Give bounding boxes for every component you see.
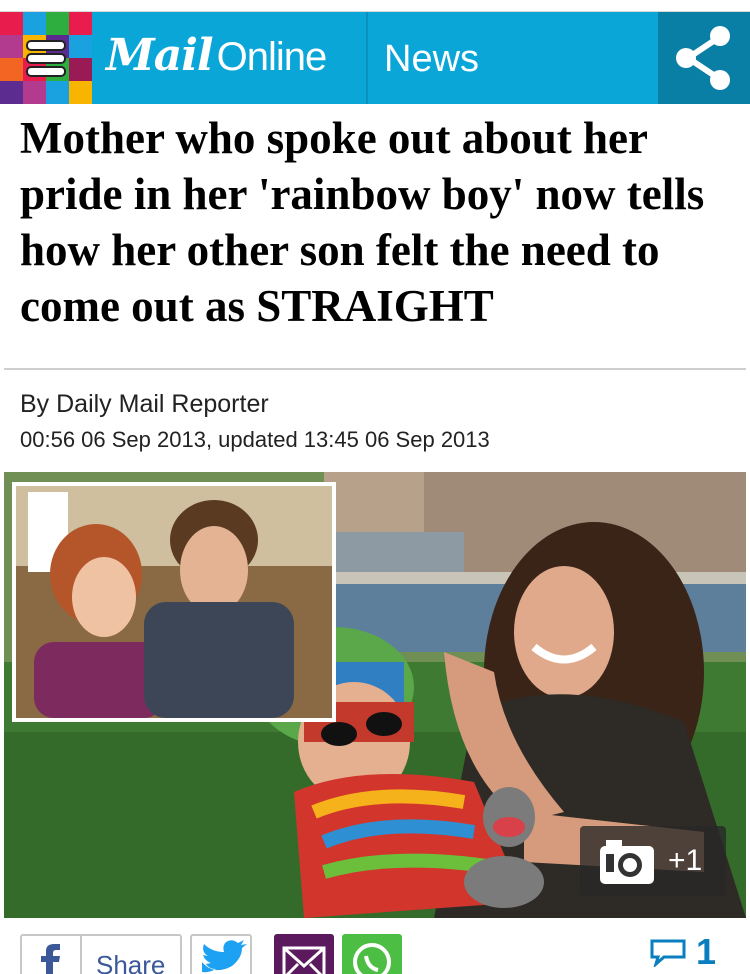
facebook-share-button[interactable]: Share [20, 934, 182, 974]
whatsapp-share-button[interactable] [342, 934, 402, 974]
camera-icon [600, 840, 654, 884]
comment-count: 1 [696, 931, 717, 972]
photo-gallery-badge[interactable]: +1 [580, 826, 726, 896]
email-icon [282, 946, 326, 974]
status-strip [0, 0, 750, 12]
comments-link[interactable]: 1 [648, 930, 716, 974]
twitter-share-button[interactable] [190, 934, 252, 974]
article-byline[interactable]: By Daily Mail Reporter [20, 390, 269, 419]
article-dateline: 00:56 06 Sep 2013, updated 13:45 06 Sep … [20, 427, 490, 452]
header-divider [366, 12, 368, 104]
whatsapp-icon [353, 943, 391, 974]
facebook-icon [22, 936, 82, 974]
article-headline: Mother who spoke out about her pride in … [20, 113, 705, 331]
headline-divider [4, 368, 746, 370]
comment-icon [650, 939, 686, 967]
gallery-count: +1 [668, 844, 703, 877]
social-share-bar: Share 1 [0, 930, 750, 974]
site-logo[interactable]: Mail Online [106, 30, 328, 86]
share-icon [676, 26, 730, 90]
facebook-share-label: Share [96, 950, 166, 974]
logo-online-text: Online [216, 35, 328, 79]
share-button[interactable] [658, 12, 750, 104]
section-title[interactable]: News [384, 38, 479, 81]
email-share-button[interactable] [274, 934, 334, 974]
twitter-icon [202, 940, 247, 973]
hamburger-menu-icon[interactable] [24, 36, 68, 80]
site-header: Mail Online News [0, 12, 750, 104]
logo-mail-text: Mail [106, 30, 214, 81]
